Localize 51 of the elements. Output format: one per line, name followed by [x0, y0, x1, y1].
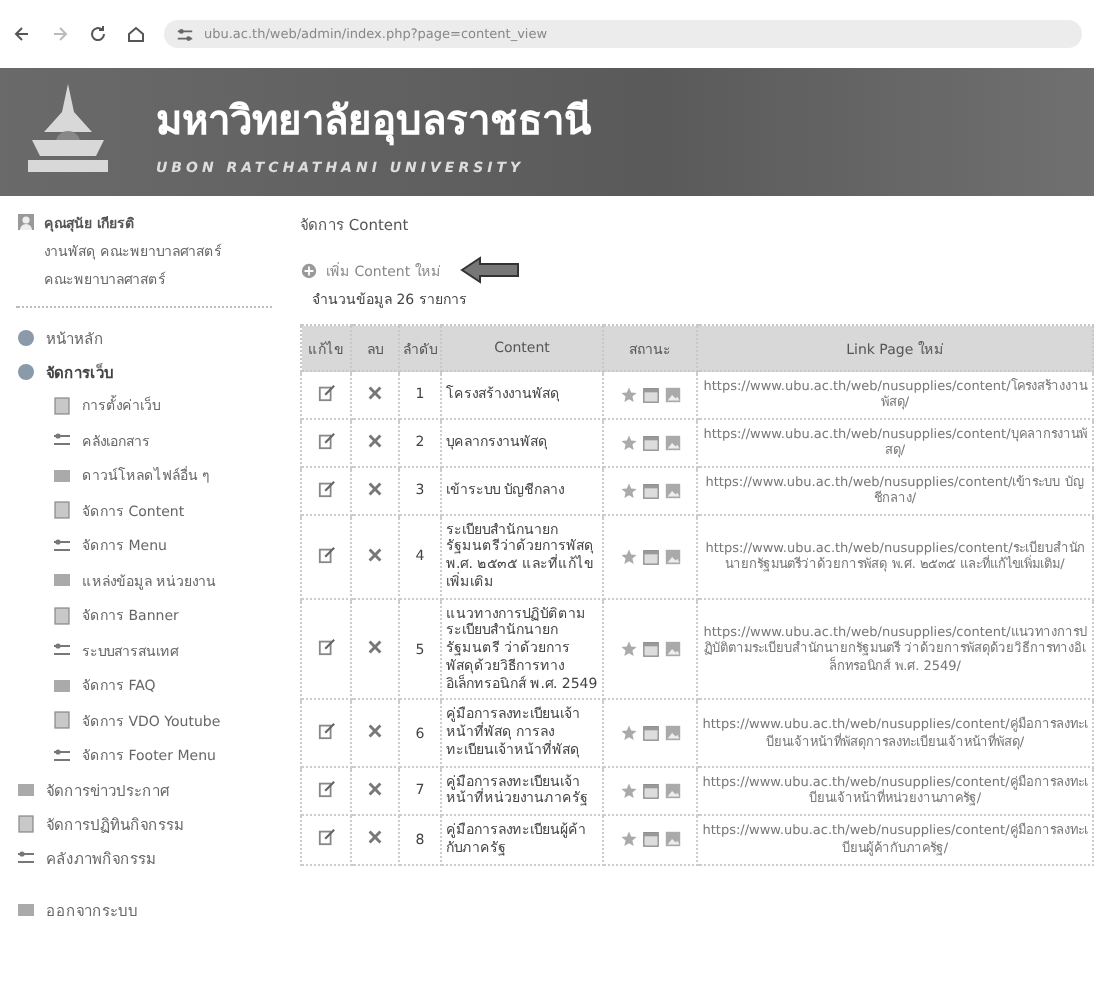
- slider-icon: [52, 640, 72, 661]
- star-icon[interactable]: [619, 481, 637, 500]
- slider-icon: [52, 535, 72, 556]
- delete-icon[interactable]: [366, 638, 384, 656]
- calendar-icon[interactable]: [641, 830, 659, 849]
- star-icon[interactable]: [619, 547, 637, 566]
- calendar-icon[interactable]: [641, 724, 659, 742]
- add-icon: [300, 261, 318, 279]
- slider-icon: [52, 430, 72, 451]
- edit-icon[interactable]: [317, 722, 335, 740]
- site-settings-icon: [176, 25, 194, 43]
- edit-icon[interactable]: [317, 431, 335, 450]
- edit-icon[interactable]: [317, 779, 335, 798]
- edit-icon[interactable]: [317, 383, 335, 402]
- star-icon[interactable]: [619, 830, 637, 849]
- star-icon[interactable]: [619, 640, 637, 658]
- page-icon: [52, 710, 72, 731]
- page-icon: [16, 814, 36, 834]
- calendar-icon[interactable]: [641, 640, 659, 658]
- delete-icon[interactable]: [366, 722, 384, 740]
- user-icon: [16, 212, 36, 232]
- page-icon: [52, 500, 72, 521]
- edit-icon[interactable]: [317, 479, 335, 498]
- page-icon: [52, 395, 72, 416]
- forward-icon[interactable]: [50, 24, 70, 44]
- star-icon[interactable]: [619, 385, 637, 404]
- university-name: มหาวิทยาลัยอุบลราชธานี: [156, 94, 592, 150]
- arrow-icon: [460, 256, 521, 284]
- delete-icon[interactable]: [366, 779, 384, 798]
- delete-icon[interactable]: [366, 479, 384, 498]
- delete-icon[interactable]: [366, 383, 384, 402]
- delete-icon[interactable]: [366, 828, 384, 847]
- star-icon[interactable]: [619, 724, 637, 742]
- calendar-icon[interactable]: [641, 433, 659, 452]
- slider-icon: [16, 848, 36, 868]
- home-icon[interactable]: [126, 24, 146, 44]
- reload-icon[interactable]: [88, 24, 108, 44]
- calendar-icon[interactable]: [641, 547, 659, 566]
- calendar-icon[interactable]: [641, 781, 659, 800]
- edit-icon[interactable]: [317, 545, 335, 564]
- calendar-icon[interactable]: [641, 385, 659, 404]
- delete-icon[interactable]: [366, 431, 384, 450]
- star-icon[interactable]: [619, 433, 637, 452]
- page-icon: [52, 605, 72, 626]
- star-icon[interactable]: [619, 781, 637, 800]
- delete-icon[interactable]: [366, 545, 384, 564]
- slider-icon: [52, 745, 72, 766]
- edit-icon[interactable]: [317, 638, 335, 656]
- edit-icon[interactable]: [317, 828, 335, 847]
- back-icon[interactable]: [12, 24, 32, 44]
- calendar-icon[interactable]: [641, 481, 659, 500]
